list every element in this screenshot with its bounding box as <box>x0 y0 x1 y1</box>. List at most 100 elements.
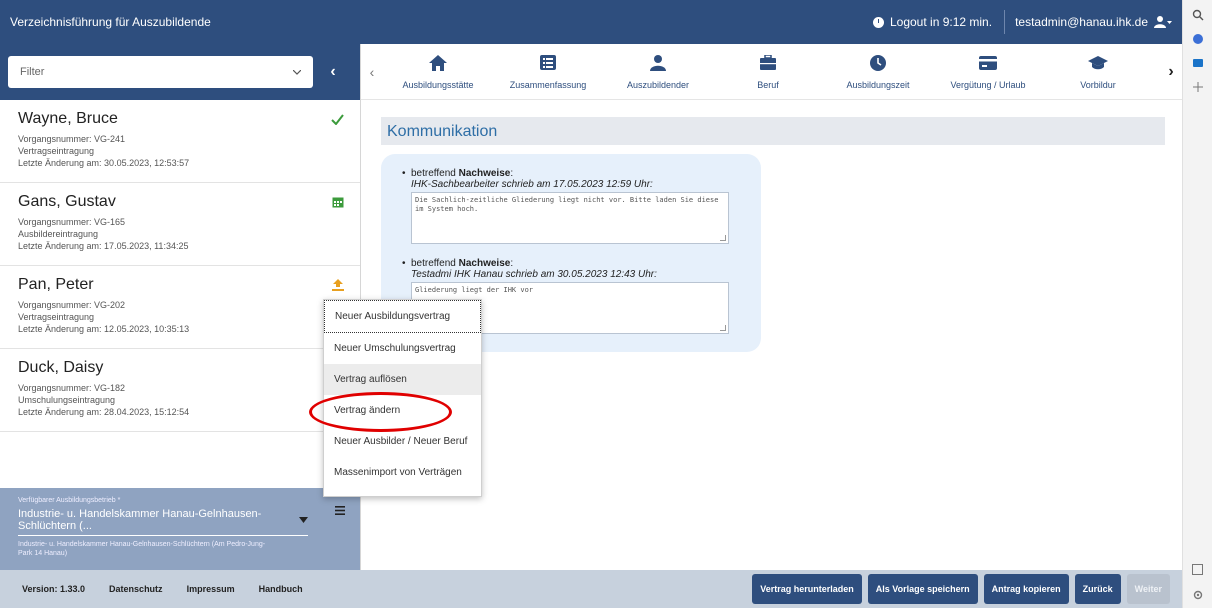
record-list: Wayne, Bruce Vorgangsnummer: VG-241 Vert… <box>0 100 360 525</box>
app-root: Verzeichnisführung für Auszubildende Log… <box>0 0 1212 608</box>
collapse-sidebar-button[interactable]: ‹ <box>323 63 343 81</box>
download-contract-button[interactable]: Vertrag herunterladen <box>752 574 862 604</box>
footer-bar: Version: 1.33.0 Datenschutz Impressum Ha… <box>0 570 1182 608</box>
tab-ausbildungszeit[interactable]: Ausbildungszeit <box>823 44 933 100</box>
menu-item-label: Vertrag auflösen <box>334 374 407 385</box>
menu-item-new-training-contract[interactable]: Neuer Ausbildungsvertrag <box>324 300 481 333</box>
company-address: Industrie- u. Handelskammer Hanau-Gelnha… <box>18 541 266 557</box>
person-icon <box>648 54 668 72</box>
message-text[interactable]: Die Sachlich-zeitliche Gliederung liegt … <box>411 192 729 244</box>
search-icon[interactable] <box>1191 8 1205 22</box>
list-item[interactable]: Duck, Daisy Vorgangsnummer: VG-182 Umsch… <box>0 349 360 432</box>
subject-prefix: betreffend <box>411 168 459 179</box>
user-menu[interactable]: testadmin@hanau.ihk.de <box>1005 15 1172 29</box>
briefcase-icon <box>758 54 778 72</box>
message-subject: betreffend Nachweise: <box>402 258 745 269</box>
list-icon <box>538 54 558 72</box>
filter-select[interactable]: Filter <box>8 56 313 88</box>
record-name: Pan, Peter <box>18 276 94 293</box>
record-type: Umschulungseintragung <box>18 395 116 405</box>
user-email: testadmin@hanau.ihk.de <box>1015 15 1148 29</box>
chevron-down-icon <box>293 69 301 75</box>
record-name: Duck, Daisy <box>18 359 104 376</box>
tab-auszubildender[interactable]: Auszubildender <box>603 44 713 100</box>
clock-icon <box>872 16 884 28</box>
company-label: Verfügbarer Ausbildungsbetrieb * <box>18 497 121 504</box>
menu-item-dissolve-contract[interactable]: Vertrag auflösen <box>324 364 481 395</box>
tab-verguetung-urlaub[interactable]: Vergütung / Urlaub <box>933 44 1043 100</box>
nav-next-button[interactable]: › <box>1160 63 1182 81</box>
settings-gear-icon[interactable] <box>1191 588 1205 602</box>
tab-zusammenfassung[interactable]: Zusammenfassung <box>493 44 603 100</box>
logout-timer[interactable]: Logout in 9:12 min. <box>872 10 1006 34</box>
record-changed: Letzte Änderung am: 30.05.2023, 12:53:57 <box>18 158 190 168</box>
record-number: Vorgangsnummer: VG-241 <box>18 134 126 144</box>
check-icon <box>331 112 344 128</box>
record-changed: Letzte Änderung am: 12.05.2023, 10:35:13 <box>18 324 190 334</box>
footer-links: Version: 1.33.0 Datenschutz Impressum Ha… <box>22 584 752 594</box>
logout-text: Logout in 9:12 min. <box>889 15 993 29</box>
record-name: Wayne, Bruce <box>18 110 118 127</box>
record-type: Ausbildereintragung <box>18 229 99 239</box>
app-title: Verzeichnisführung für Auszubildende <box>10 15 211 29</box>
tab-label: Auszubildender <box>626 79 690 90</box>
section-title: Kommunikation <box>381 117 1165 145</box>
record-number: Vorgangsnummer: VG-165 <box>18 217 126 227</box>
record-changed: Letzte Änderung am: 17.05.2023, 11:34:25 <box>18 241 189 251</box>
message-subject: betreffend Nachweise: <box>402 168 745 179</box>
back-button[interactable]: Zurück <box>1074 574 1121 604</box>
menu-item-label: Massenimport von Verträgen <box>334 467 462 478</box>
tab-ausbildungsstaette[interactable]: Ausbildungsstätte <box>383 44 493 100</box>
message: betreffend Nachweise: IHK-Sachbearbeiter… <box>402 168 745 244</box>
tab-label: Ausbildungszeit <box>846 79 910 90</box>
subject-topic: Nachweise <box>458 168 511 179</box>
copy-application-button[interactable]: Antrag kopieren <box>983 574 1069 604</box>
version-label: Version: 1.33.0 <box>22 584 86 594</box>
hamburger-menu-icon[interactable] <box>335 502 345 518</box>
list-item[interactable]: Wayne, Bruce Vorgangsnummer: VG-241 Vert… <box>0 100 360 183</box>
outlook-icon[interactable] <box>1191 56 1205 70</box>
record-name: Gans, Gustav <box>18 193 116 210</box>
record-type: Vertragseintragung <box>18 312 95 322</box>
filter-label: Filter <box>20 66 45 78</box>
tab-label: Vergütung / Urlaub <box>950 79 1026 90</box>
tab-beruf[interactable]: Beruf <box>713 44 823 100</box>
main-content: Kommunikation betreffend Nachweise: IHK-… <box>361 100 1182 570</box>
imprint-link[interactable]: Impressum <box>187 584 235 594</box>
caret-down-icon <box>299 517 308 523</box>
subject-topic: Nachweise <box>458 258 511 269</box>
list-item[interactable]: Pan, Peter Vorgangsnummer: VG-202 Vertra… <box>0 266 360 349</box>
user-icon <box>1154 16 1172 28</box>
next-button[interactable]: Weiter <box>1126 574 1170 604</box>
privacy-link[interactable]: Datenschutz <box>109 584 163 594</box>
menu-item-mass-import[interactable]: Massenimport von Verträgen <box>324 457 481 488</box>
card-icon <box>978 54 998 72</box>
browser-sidebar <box>1182 0 1212 608</box>
company-select[interactable]: Industrie- u. Handelskammer Hanau-Gelnha… <box>18 508 308 536</box>
tab-label: Beruf <box>757 79 779 90</box>
subject-prefix: betreffend <box>411 258 459 269</box>
filter-bar: Filter ‹ <box>0 44 360 100</box>
highlight-circle <box>309 392 452 432</box>
subject-suffix: : <box>510 168 514 179</box>
section-nav: ‹ Ausbildungsstätte Zusammenfassung Ausz… <box>361 44 1182 100</box>
message-author: Testadmi IHK Hanau schrieb am 30.05.2023… <box>411 269 657 280</box>
message-author: IHK-Sachbearbeiter schrieb am 17.05.2023… <box>411 179 653 190</box>
company-selected: Industrie- u. Handelskammer Hanau-Gelnha… <box>18 508 262 532</box>
extension-icon[interactable] <box>1191 32 1205 46</box>
menu-item-label: Neuer Ausbildungsvertrag <box>335 311 451 322</box>
tab-label: Vorbildur <box>1080 79 1116 90</box>
action-buttons: Vertrag herunterladen Als Vorlage speich… <box>752 574 1182 604</box>
list-item[interactable]: Gans, Gustav Vorgangsnummer: VG-165 Ausb… <box>0 183 360 266</box>
plus-icon[interactable] <box>1191 80 1205 94</box>
top-bar: Verzeichnisführung für Auszubildende Log… <box>0 0 1182 44</box>
manual-link[interactable]: Handbuch <box>259 584 303 594</box>
graduation-icon <box>1088 54 1108 72</box>
record-number: Vorgangsnummer: VG-202 <box>18 300 126 310</box>
sidebar-toggle-icon[interactable] <box>1191 562 1205 576</box>
company-selector: Verfügbarer Ausbildungsbetrieb * Industr… <box>0 488 360 570</box>
tab-vorbildung[interactable]: Vorbildur <box>1043 44 1153 100</box>
menu-item-new-retraining-contract[interactable]: Neuer Umschulungsvertrag <box>324 333 481 364</box>
save-template-button[interactable]: Als Vorlage speichern <box>867 574 978 604</box>
nav-prev-button[interactable]: ‹ <box>361 64 383 80</box>
